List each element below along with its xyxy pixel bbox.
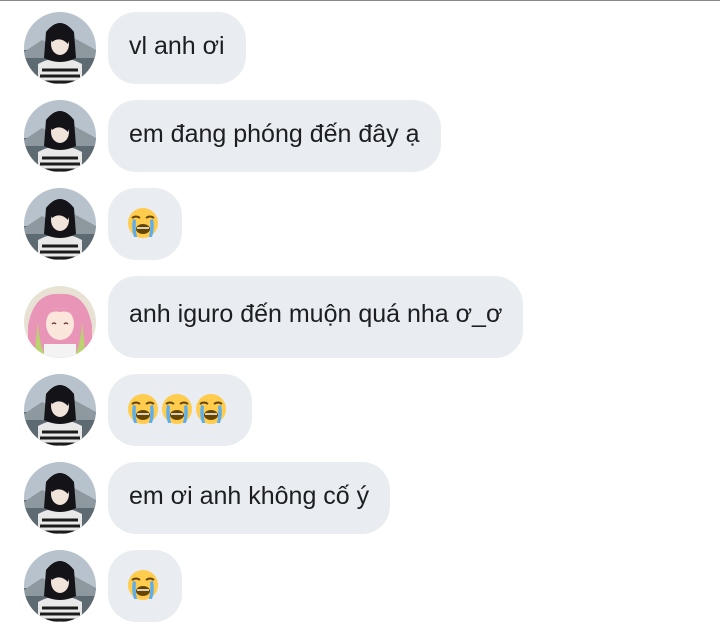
message-row: em đang phóng đến đây ạ (0, 96, 720, 176)
message-text: anh iguro đến muộn quá nha ơ_ơ (129, 300, 503, 328)
loudly-crying-face-icon (194, 392, 228, 426)
message-row: vl anh ơi (0, 8, 720, 88)
avatar-iguro[interactable] (24, 550, 96, 622)
message-bubble[interactable]: em ơi anh không cố ý (108, 462, 391, 534)
avatar-iguro-image (24, 12, 96, 84)
avatar-iguro[interactable] (24, 12, 96, 84)
avatar-iguro-image (24, 100, 96, 172)
avatar-iguro[interactable] (24, 188, 96, 260)
avatar-iguro-image (24, 550, 96, 622)
message-bubble[interactable]: em đang phóng đến đây ạ (108, 100, 441, 172)
message-bubble[interactable] (108, 188, 182, 260)
loudly-crying-face-icon (126, 568, 160, 602)
avatar-iguro[interactable] (24, 462, 96, 534)
message-row (0, 370, 720, 450)
avatar-mitsuri[interactable] (24, 286, 96, 358)
chat-thread: vl anh ơi em đang phóng đến đây ạ anh ig… (0, 0, 720, 629)
loudly-crying-face-icon (126, 392, 160, 426)
loudly-crying-face-icon (160, 392, 194, 426)
message-bubble[interactable]: anh iguro đến muộn quá nha ơ_ơ (108, 276, 524, 358)
message-text: vl anh ơi (129, 32, 225, 60)
message-row: anh iguro đến muộn quá nha ơ_ơ (0, 272, 720, 358)
loudly-crying-face-icon (126, 206, 160, 240)
avatar-iguro-image (24, 462, 96, 534)
message-row (0, 184, 720, 264)
avatar-iguro-image (24, 374, 96, 446)
avatar-iguro-image (24, 188, 96, 260)
message-bubble[interactable] (108, 550, 182, 622)
message-bubble[interactable]: vl anh ơi (108, 12, 246, 84)
message-text: em ơi anh không cố ý (129, 482, 370, 510)
avatar-iguro[interactable] (24, 100, 96, 172)
message-row: em ơi anh không cố ý (0, 458, 720, 538)
message-text: em đang phóng đến đây ạ (129, 120, 420, 148)
message-row (0, 546, 720, 626)
avatar-mitsuri-image (24, 286, 96, 358)
message-bubble[interactable] (108, 374, 252, 446)
avatar-iguro[interactable] (24, 374, 96, 446)
